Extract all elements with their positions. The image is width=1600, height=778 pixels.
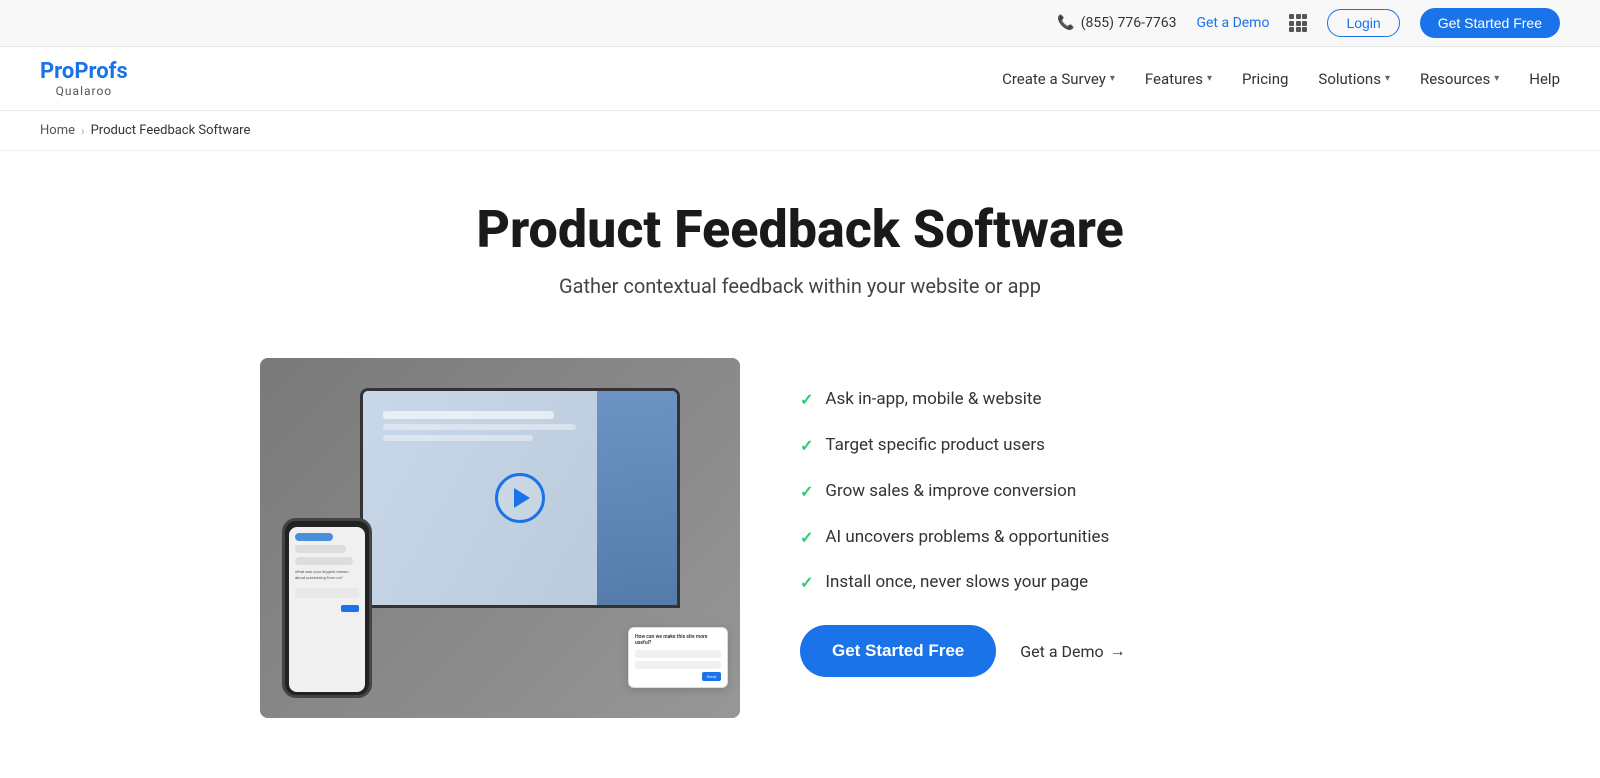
arrow-right-icon: →	[1110, 641, 1126, 661]
laptop-mockup	[360, 388, 680, 608]
logo-text: ProProfs	[40, 59, 128, 84]
feature-text: Install once, never slows your page	[825, 571, 1088, 595]
chevron-down-icon: ▾	[1385, 73, 1390, 84]
video-block[interactable]: What was your biggest reason about purch…	[260, 358, 740, 718]
laptop-screen	[363, 391, 677, 605]
check-icon: ✓	[800, 436, 813, 455]
nav-links: Create a Survey ▾ Features ▾ Pricing Sol…	[1002, 70, 1560, 88]
nav-create-survey[interactable]: Create a Survey ▾	[1002, 70, 1115, 88]
page-title: Product Feedback Software	[40, 201, 1560, 258]
get-started-main-button[interactable]: Get Started Free	[800, 625, 996, 677]
feature-item: ✓ Target specific product users	[800, 434, 1340, 458]
breadcrumb: Home › Product Feedback Software	[0, 111, 1600, 151]
check-icon: ✓	[800, 482, 813, 501]
check-icon: ✓	[800, 573, 813, 592]
chevron-down-icon: ▾	[1207, 73, 1212, 84]
features-list: ✓ Ask in-app, mobile & website ✓ Target …	[800, 358, 1340, 677]
breadcrumb-current: Product Feedback Software	[91, 123, 251, 138]
chevron-down-icon: ▾	[1110, 73, 1115, 84]
phone-mockup: What was your biggest reason about purch…	[282, 518, 372, 698]
cta-row: Get Started Free Get a Demo →	[800, 625, 1340, 677]
get-started-top-button[interactable]: Get Started Free	[1420, 8, 1560, 38]
top-bar: 📞 (855) 776-7763 Get a Demo Login Get St…	[0, 0, 1600, 47]
feature-item: ✓ AI uncovers problems & opportunities	[800, 526, 1340, 550]
feature-item: ✓ Install once, never slows your page	[800, 571, 1340, 595]
grid-apps-icon[interactable]	[1289, 14, 1307, 32]
feature-text: Grow sales & improve conversion	[825, 480, 1076, 504]
login-button[interactable]: Login	[1327, 9, 1399, 37]
chevron-down-icon: ▾	[1494, 73, 1499, 84]
navbar: ProProfs Qualaroo Create a Survey ▾ Feat…	[0, 47, 1600, 111]
hero-section: Product Feedback Software Gather context…	[0, 151, 1600, 358]
nav-features[interactable]: Features ▾	[1145, 70, 1212, 88]
breadcrumb-separator: ›	[81, 124, 85, 138]
logo-qualaroo: Qualaroo	[40, 84, 128, 98]
logo[interactable]: ProProfs Qualaroo	[40, 59, 128, 98]
popup-submit-button[interactable]: Send	[702, 672, 721, 681]
survey-popup-widget: How can we make this site more useful? S…	[628, 627, 728, 688]
nav-resources[interactable]: Resources ▾	[1420, 70, 1499, 88]
hero-subtitle: Gather contextual feedback within your w…	[40, 274, 1560, 298]
check-icon: ✓	[800, 528, 813, 547]
main-content: What was your biggest reason about purch…	[200, 358, 1400, 778]
get-demo-link[interactable]: Get a Demo	[1196, 15, 1269, 31]
play-icon	[514, 488, 530, 508]
play-button[interactable]	[495, 473, 545, 523]
phone-number: 📞 (855) 776-7763	[1057, 15, 1176, 31]
nav-pricing[interactable]: Pricing	[1242, 70, 1288, 88]
nav-solutions[interactable]: Solutions ▾	[1318, 70, 1390, 88]
feature-text: AI uncovers problems & opportunities	[825, 526, 1109, 550]
feature-text: Target specific product users	[825, 434, 1044, 458]
feature-item: ✓ Ask in-app, mobile & website	[800, 388, 1340, 412]
get-demo-cta-link[interactable]: Get a Demo →	[1020, 641, 1125, 661]
phone-icon: 📞	[1057, 15, 1074, 31]
feature-text: Ask in-app, mobile & website	[825, 388, 1041, 412]
feature-item: ✓ Grow sales & improve conversion	[800, 480, 1340, 504]
check-icon: ✓	[800, 390, 813, 409]
breadcrumb-home[interactable]: Home	[40, 123, 75, 138]
nav-help[interactable]: Help	[1529, 70, 1560, 88]
